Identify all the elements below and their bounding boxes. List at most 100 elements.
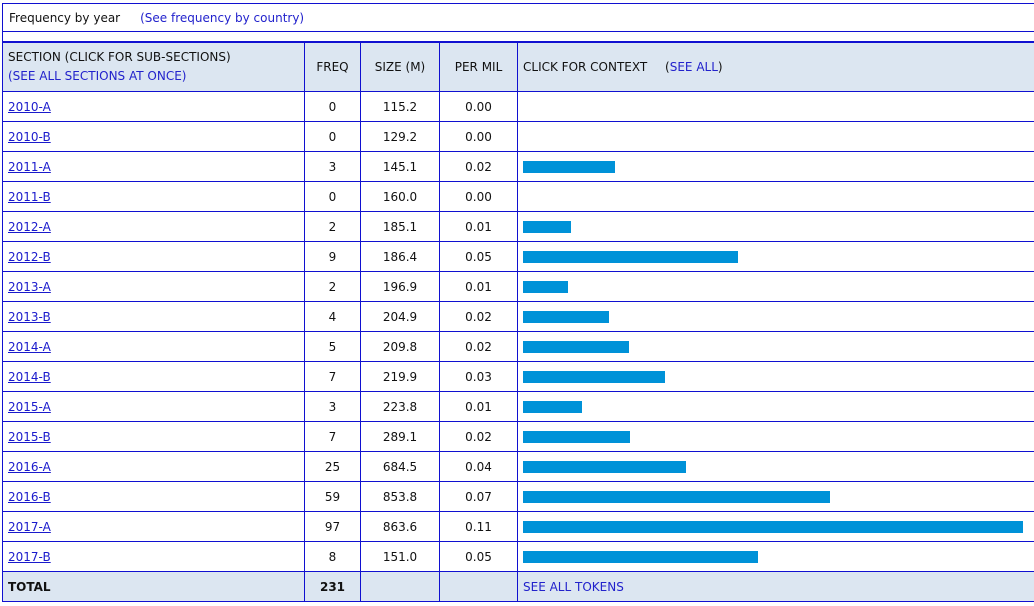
size-cell: 204.9 xyxy=(360,301,440,332)
context-cell xyxy=(517,361,1034,392)
context-cell xyxy=(517,391,1034,422)
context-column-header: CLICK FOR CONTEXT (SEE ALL) xyxy=(517,42,1034,92)
per-mil-cell: 0.02 xyxy=(439,421,518,452)
section-cell: 2012-A xyxy=(2,211,305,242)
per-mil-cell: 0.00 xyxy=(439,121,518,152)
context-cell xyxy=(517,271,1034,302)
freq-cell: 9 xyxy=(304,241,361,272)
section-column-header: SECTION (CLICK FOR SUB-SECTIONS) (SEE AL… xyxy=(2,42,305,92)
context-bar[interactable] xyxy=(523,400,582,413)
context-bar[interactable] xyxy=(523,430,630,443)
context-bar[interactable] xyxy=(523,280,568,293)
freq-cell: 4 xyxy=(304,301,361,332)
per-mil-cell: 0.02 xyxy=(439,151,518,182)
section-link[interactable]: 2016-B xyxy=(8,490,51,504)
table-row: 2010-B 0 129.2 0.00 xyxy=(2,121,1034,152)
table-row: 2016-A 25 684.5 0.04 xyxy=(2,451,1034,482)
section-link[interactable]: 2015-B xyxy=(8,430,51,444)
freq-column-header: FREQ xyxy=(304,42,361,92)
per-mil-cell: 0.11 xyxy=(439,511,518,542)
section-cell: 2014-B xyxy=(2,361,305,392)
context-cell xyxy=(517,541,1034,572)
section-link[interactable]: 2011-B xyxy=(8,190,51,204)
section-link[interactable]: 2011-A xyxy=(8,160,51,174)
section-cell: 2016-B xyxy=(2,481,305,512)
freq-cell: 25 xyxy=(304,451,361,482)
freq-cell: 2 xyxy=(304,211,361,242)
section-cell: 2013-A xyxy=(2,271,305,302)
table-row: 2016-B 59 853.8 0.07 xyxy=(2,481,1034,512)
section-cell: 2017-A xyxy=(2,511,305,542)
context-bar[interactable] xyxy=(523,160,615,173)
context-bar[interactable] xyxy=(523,310,609,323)
size-cell: 160.0 xyxy=(360,181,440,212)
freq-cell: 7 xyxy=(304,421,361,452)
section-link[interactable]: 2017-A xyxy=(8,520,51,534)
table-row: 2014-B 7 219.9 0.03 xyxy=(2,361,1034,392)
context-bar[interactable] xyxy=(523,520,1023,533)
context-bar[interactable] xyxy=(523,250,738,263)
context-header-label: CLICK FOR CONTEXT xyxy=(523,60,648,74)
see-all-context-link[interactable]: SEE ALL xyxy=(670,60,718,74)
section-link[interactable]: 2013-A xyxy=(8,280,51,294)
section-link[interactable]: 2016-A xyxy=(8,460,51,474)
spacer-row xyxy=(2,32,1034,42)
freq-cell: 0 xyxy=(304,121,361,152)
section-link[interactable]: 2010-A xyxy=(8,100,51,114)
frequency-panel: Frequency by year (See frequency by coun… xyxy=(2,3,1034,602)
context-bar[interactable] xyxy=(523,340,629,353)
context-bar[interactable] xyxy=(523,220,571,233)
frequency-header: Frequency by year (See frequency by coun… xyxy=(2,3,1034,32)
per-mil-cell: 0.02 xyxy=(439,331,518,362)
per-mil-column-header: PER MIL xyxy=(439,42,518,92)
frequency-title: Frequency by year xyxy=(9,10,121,25)
per-mil-cell: 0.05 xyxy=(439,241,518,272)
section-cell: 2011-B xyxy=(2,181,305,212)
size-cell: 289.1 xyxy=(360,421,440,452)
context-cell xyxy=(517,211,1034,242)
see-all-tokens-link[interactable]: SEE ALL TOKENS xyxy=(517,571,1034,602)
per-mil-cell: 0.01 xyxy=(439,211,518,242)
freq-cell: 97 xyxy=(304,511,361,542)
size-cell: 186.4 xyxy=(360,241,440,272)
total-freq: 231 xyxy=(304,571,361,602)
see-all-sections-link[interactable]: (SEE ALL SECTIONS AT ONCE) xyxy=(8,67,299,86)
size-cell: 196.9 xyxy=(360,271,440,302)
context-bar[interactable] xyxy=(523,490,830,503)
section-cell: 2013-B xyxy=(2,301,305,332)
freq-cell: 2 xyxy=(304,271,361,302)
size-cell: 115.2 xyxy=(360,91,440,122)
section-link[interactable]: 2012-B xyxy=(8,250,51,264)
size-column-header: SIZE (M) xyxy=(360,42,440,92)
total-per-mil-empty xyxy=(439,571,518,602)
table-row: 2017-A 97 863.6 0.11 xyxy=(2,511,1034,542)
context-cell xyxy=(517,511,1034,542)
section-link[interactable]: 2014-B xyxy=(8,370,51,384)
table-row: 2015-B 7 289.1 0.02 xyxy=(2,421,1034,452)
section-link[interactable]: 2014-A xyxy=(8,340,51,354)
size-cell: 185.1 xyxy=(360,211,440,242)
freq-cell: 7 xyxy=(304,361,361,392)
section-cell: 2015-B xyxy=(2,421,305,452)
context-bar[interactable] xyxy=(523,460,686,473)
context-cell xyxy=(517,91,1034,122)
section-cell: 2012-B xyxy=(2,241,305,272)
freq-cell: 3 xyxy=(304,151,361,182)
paren-close: ) xyxy=(717,60,723,74)
section-link[interactable]: 2013-B xyxy=(8,310,51,324)
section-link[interactable]: 2010-B xyxy=(8,130,51,144)
see-frequency-by-country-link[interactable]: (See frequency by country) xyxy=(140,11,304,25)
context-cell xyxy=(517,331,1034,362)
freq-cell: 0 xyxy=(304,91,361,122)
context-cell xyxy=(517,121,1034,152)
context-bar[interactable] xyxy=(523,550,758,563)
section-link[interactable]: 2015-A xyxy=(8,400,51,414)
per-mil-cell: 0.00 xyxy=(439,181,518,212)
table-row: 2012-B 9 186.4 0.05 xyxy=(2,241,1034,272)
section-cell: 2010-B xyxy=(2,121,305,152)
context-bar[interactable] xyxy=(523,370,665,383)
size-cell: 151.0 xyxy=(360,541,440,572)
section-link[interactable]: 2012-A xyxy=(8,220,51,234)
section-link[interactable]: 2017-B xyxy=(8,550,51,564)
table-row: 2012-A 2 185.1 0.01 xyxy=(2,211,1034,242)
